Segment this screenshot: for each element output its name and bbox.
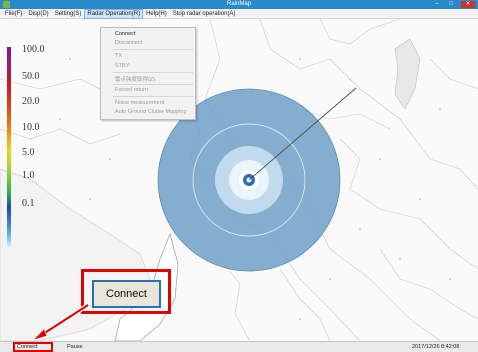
window-title: RainMap [226, 1, 251, 7]
status-timestamp: 2017/12/26 8:42:08 [412, 344, 460, 350]
menu-item-intensity[interactable]: 雲点強度取得(Z) [115, 75, 155, 83]
menu-item-stby[interactable]: STBY [115, 63, 129, 69]
status-connection: Connect [17, 344, 38, 350]
menu-item-connect[interactable]: Connect [115, 31, 136, 37]
legend-label-20: 20.0 [22, 96, 40, 107]
callout-label: Connect [106, 288, 147, 300]
menu-disp[interactable]: Disp(D) [25, 9, 51, 19]
maximize-icon[interactable]: □ [447, 1, 455, 8]
minimize-icon[interactable]: – [433, 1, 441, 8]
menu-item-disconnect[interactable]: Disconnect [115, 40, 142, 46]
legend-color-bar [7, 47, 11, 247]
menu-separator [113, 72, 193, 73]
menu-bar: File(F) Disp(D) Setting(S) Radar Operati… [0, 9, 478, 19]
close-icon[interactable]: ✕ [461, 1, 475, 8]
menu-separator [113, 49, 193, 50]
menu-item-tx[interactable]: TX [115, 53, 122, 59]
menu-help[interactable]: Help(H) [143, 9, 170, 19]
menu-file[interactable]: File(F) [2, 9, 25, 19]
legend-label-1: 1.0 [22, 170, 35, 181]
status-state: Pause [67, 344, 83, 350]
title-bar: RainMap – □ ✕ [0, 0, 478, 9]
menu-item-forced-return[interactable]: Forced return [115, 87, 148, 93]
callout-zoom: Connect [92, 280, 161, 308]
legend-label-0-1: 0.1 [22, 198, 35, 209]
legend-label-5: 5.0 [22, 147, 35, 158]
legend-label-50: 50.0 [22, 71, 40, 82]
menu-setting[interactable]: Setting(S) [52, 9, 85, 19]
menu-separator [113, 96, 193, 97]
radar-operation-menu: Connect Disconnect TX STBY 雲点強度取得(Z) For… [100, 27, 196, 120]
map-view[interactable]: 100.0 50.0 20.0 10.0 5.0 1.0 0.1 [0, 19, 478, 341]
menu-radar-operation[interactable]: Radar Operation(R) [84, 9, 144, 19]
map-canvas [0, 19, 478, 341]
menu-item-noise-measurement[interactable]: Noise measurement [115, 100, 164, 106]
menu-item-auto-clutter-mapping[interactable]: Auto Ground Clutter Mapping [115, 109, 187, 115]
legend-label-100: 100.0 [22, 44, 45, 55]
menu-separator [113, 84, 193, 85]
lake-area [394, 38, 421, 110]
window-controls: – □ ✕ [433, 0, 475, 9]
legend-label-10: 10.0 [22, 122, 40, 133]
menu-stop-radar-operation[interactable]: Stop radar operation(A) [170, 9, 239, 19]
